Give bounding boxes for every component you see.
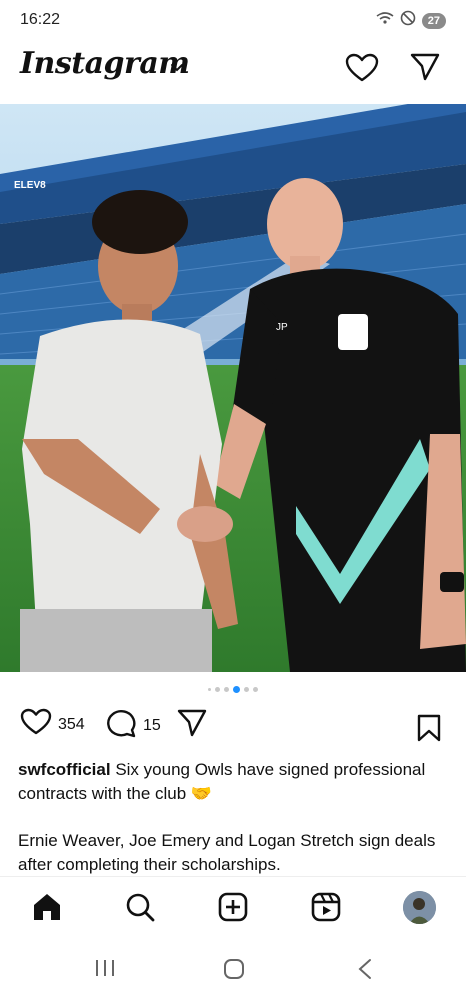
heart-icon[interactable] [20,708,52,741]
messages-send-icon[interactable] [409,52,441,87]
caption-text-secondary: Ernie Weaver, Joe Emery and Logan Stretc… [18,831,436,874]
carousel-dot [208,688,211,691]
post-caption: swfcofficial Six young Owls have signed … [18,758,448,806]
reels-icon[interactable] [310,891,342,928]
bottom-navigation [0,876,466,940]
profile-avatar[interactable] [403,891,436,924]
stand-banner-text: ELEV8 [14,180,46,191]
comment-count[interactable]: 15 [143,717,161,735]
bookmark-icon[interactable] [416,713,442,748]
carousel-indicator [0,686,466,693]
post-photo[interactable]: ELEV8 JP [0,104,466,672]
comment-icon[interactable] [105,708,137,743]
stadium-handshake-image: ELEV8 JP [0,104,466,672]
status-time: 16:22 [20,11,61,28]
shirt-initials: JP [276,322,288,333]
back-icon[interactable] [356,958,374,985]
app-header: Instagram [0,40,466,102]
carousel-dot [215,687,220,692]
like-count[interactable]: 354 [58,716,85,734]
instagram-logo[interactable]: Instagram [20,46,190,81]
status-bar: 16:22 27 [0,0,466,40]
carousel-dot-active [233,686,240,693]
carousel-dot [253,687,258,692]
share-send-icon[interactable] [176,708,208,743]
chevron-down-icon[interactable] [170,60,184,78]
carousel-dot [224,687,229,692]
search-icon[interactable] [124,891,156,928]
system-navigation-bar [0,940,466,1000]
post-actions: 354 15 [0,708,466,748]
wifi-icon [376,11,394,30]
post-username[interactable]: swfcofficial [18,760,111,779]
share-action[interactable] [176,708,208,743]
like-action[interactable]: 354 [20,708,85,741]
battery-badge: 27 [421,12,446,29]
notifications-heart-icon[interactable] [345,53,379,88]
status-icons: 27 [376,10,446,31]
create-icon[interactable] [217,891,249,928]
do-not-disturb-icon [400,10,416,31]
home-button-icon[interactable] [223,958,245,985]
comment-action[interactable]: 15 [105,708,161,743]
carousel-dot [244,687,249,692]
recent-apps-icon[interactable] [94,958,116,983]
home-icon[interactable] [31,891,63,928]
